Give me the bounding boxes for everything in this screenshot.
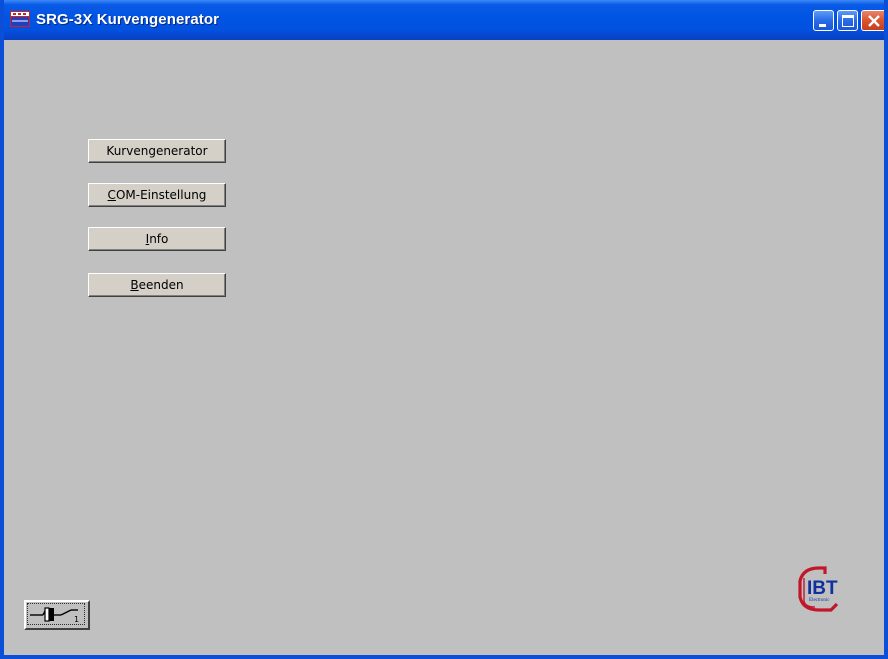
ibt-electronic-logo: IBT Electronic xyxy=(795,565,843,613)
beenden-button[interactable]: Beenden xyxy=(88,273,226,297)
minimize-icon xyxy=(819,24,826,27)
app-window-icon[interactable] xyxy=(10,11,30,27)
focus-rect: 1 xyxy=(27,603,85,625)
com-einstellung-button[interactable]: COM-Einstellung xyxy=(88,183,226,207)
kurvengenerator-button[interactable]: Kurvengenerator xyxy=(88,139,226,163)
maximize-button[interactable] xyxy=(837,10,858,31)
maximize-icon xyxy=(842,15,854,27)
client-area: Kurvengenerator COM-Einstellung Info Bee… xyxy=(4,40,884,655)
close-button[interactable] xyxy=(861,10,884,31)
connection-plug-icon: 1 xyxy=(30,607,79,624)
logo-letters: IBT xyxy=(807,578,838,599)
main-window: SRG-3X Kurvengenerator Kurvengenerator C… xyxy=(0,0,888,659)
button-label: eenden xyxy=(138,277,184,292)
minimize-button[interactable] xyxy=(813,10,834,31)
connection-status-button[interactable]: 1 xyxy=(24,600,90,630)
mnemonic: B xyxy=(130,277,139,292)
button-label: Kurvengenerator xyxy=(106,143,208,158)
info-button[interactable]: Info xyxy=(88,227,226,251)
button-label: nfo xyxy=(149,231,169,246)
mnemonic: C xyxy=(107,187,116,202)
window-title: SRG-3X Kurvengenerator xyxy=(36,11,220,28)
title-bar[interactable]: SRG-3X Kurvengenerator xyxy=(4,0,884,40)
status-icon-label: 1 xyxy=(74,615,79,624)
logo-subtitle: Electronic xyxy=(809,598,830,603)
button-label: OM-Einstellung xyxy=(115,187,207,202)
close-icon xyxy=(868,15,880,27)
